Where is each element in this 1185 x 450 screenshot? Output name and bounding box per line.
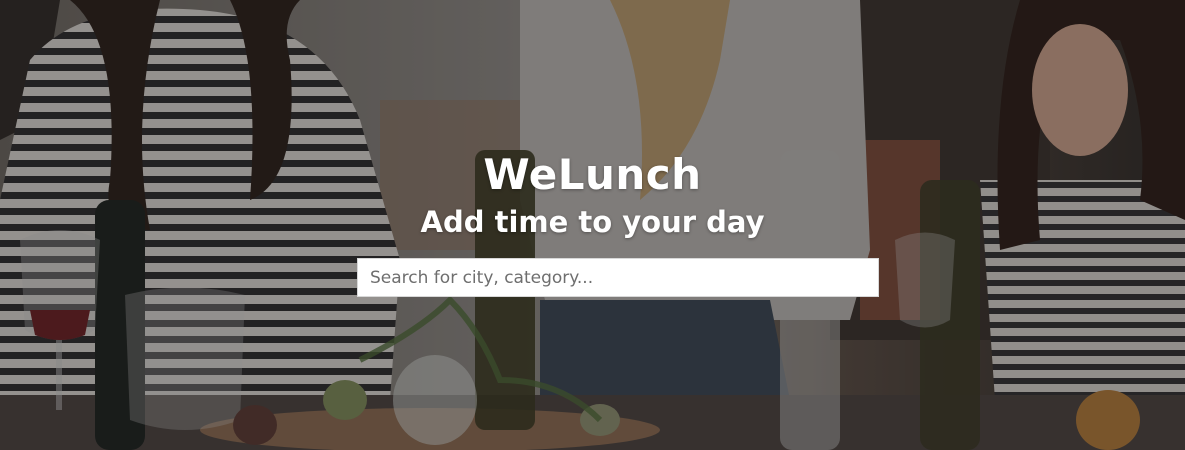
brand-title: WeLunch <box>483 150 702 199</box>
hero-content: WeLunch Add time to your day <box>0 0 1185 450</box>
hero-section: WeLunch Add time to your day <box>0 0 1185 450</box>
search-input[interactable] <box>357 258 879 297</box>
tagline: Add time to your day <box>420 205 765 239</box>
